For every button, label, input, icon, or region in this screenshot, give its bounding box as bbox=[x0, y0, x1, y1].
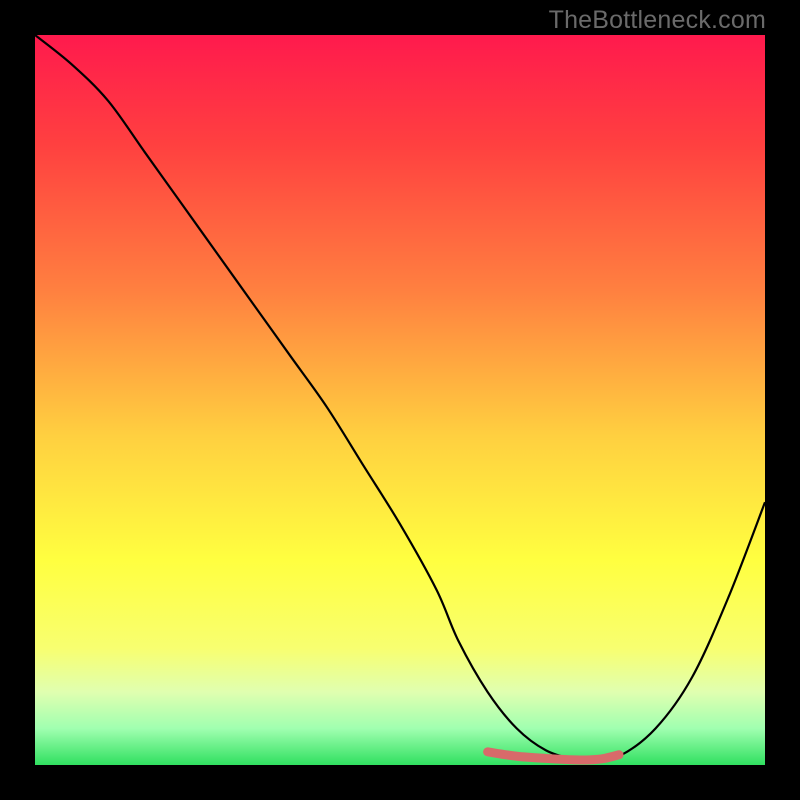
gradient-background bbox=[35, 35, 765, 765]
bottleneck-chart bbox=[35, 35, 765, 765]
chart-frame bbox=[35, 35, 765, 765]
watermark-label: TheBottleneck.com bbox=[549, 6, 766, 35]
